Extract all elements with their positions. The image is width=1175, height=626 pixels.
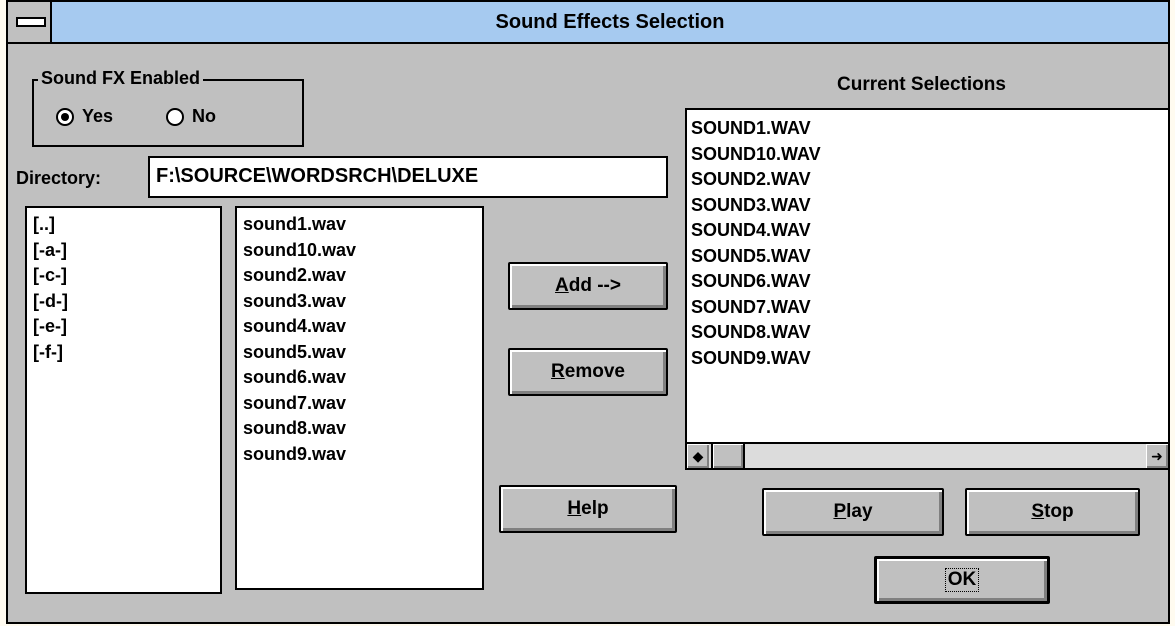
window-title: Sound Effects Selection xyxy=(495,11,725,33)
list-item[interactable]: SOUND2.WAV xyxy=(691,167,1164,193)
stop-label-rest: top xyxy=(1044,501,1074,522)
remove-mnemonic: R xyxy=(551,361,565,382)
system-menu-button[interactable] xyxy=(8,2,52,42)
list-item[interactable]: [-f-] xyxy=(33,340,214,366)
list-item[interactable]: SOUND6.WAV xyxy=(691,269,1164,295)
list-item[interactable]: sound3.wav xyxy=(243,289,476,315)
list-item[interactable]: sound9.wav xyxy=(243,442,476,468)
list-item[interactable]: SOUND7.WAV xyxy=(691,295,1164,321)
radio-yes-label: Yes xyxy=(82,106,114,126)
list-item[interactable]: sound2.wav xyxy=(243,263,476,289)
remove-button[interactable]: Remove xyxy=(508,348,668,396)
current-selections-label: Current Selections xyxy=(837,74,1006,95)
files-listbox[interactable]: sound1.wav sound10.wav sound2.wav sound3… xyxy=(235,206,484,590)
list-item[interactable]: sound6.wav xyxy=(243,365,476,391)
list-item[interactable]: SOUND8.WAV xyxy=(691,320,1164,346)
list-item[interactable]: [-d-] xyxy=(33,289,214,315)
list-item[interactable]: sound5.wav xyxy=(243,340,476,366)
list-item[interactable]: SOUND1.WAV xyxy=(691,116,1164,142)
add-button[interactable]: Add --> xyxy=(508,262,668,310)
list-item[interactable]: sound10.wav xyxy=(243,238,476,264)
stop-button[interactable]: Stop xyxy=(965,488,1140,536)
radio-yes-indicator[interactable] xyxy=(56,107,74,126)
dialog-window: Sound Effects Selection Sound FX Enabled… xyxy=(6,0,1170,624)
list-item[interactable]: [-e-] xyxy=(33,314,214,340)
directory-label: Directory: xyxy=(16,168,102,188)
list-item[interactable]: SOUND9.WAV xyxy=(691,346,1164,372)
list-item[interactable]: [-c-] xyxy=(33,263,214,289)
list-item[interactable]: [..] xyxy=(33,212,214,238)
help-mnemonic: H xyxy=(567,498,582,519)
system-menu-icon xyxy=(16,17,46,27)
list-item[interactable]: sound4.wav xyxy=(243,314,476,340)
list-item[interactable]: SOUND3.WAV xyxy=(691,193,1164,219)
title-bar[interactable]: Sound Effects Selection xyxy=(8,2,1168,44)
radio-no[interactable]: No xyxy=(166,106,216,127)
ok-button[interactable]: OK xyxy=(874,556,1050,604)
scroll-right-icon[interactable]: ➜ xyxy=(1146,444,1168,468)
horizontal-scrollbar[interactable]: ◆ ➜ xyxy=(687,442,1168,468)
radio-no-label: No xyxy=(192,106,216,126)
list-item[interactable]: [-a-] xyxy=(33,238,214,264)
list-item[interactable]: sound8.wav xyxy=(243,416,476,442)
ok-label: OK xyxy=(944,568,980,592)
drives-listbox[interactable]: [..] [-a-] [-c-] [-d-] [-e-] [-f-] xyxy=(25,206,222,594)
directory-field[interactable]: F:\SOURCE\WORDSRCH\DELUXE xyxy=(148,156,668,198)
play-button[interactable]: Play xyxy=(762,488,944,536)
stop-mnemonic: S xyxy=(1031,501,1045,522)
list-item[interactable]: SOUND5.WAV xyxy=(691,244,1164,270)
list-item[interactable]: sound1.wav xyxy=(243,212,476,238)
add-mnemonic: A xyxy=(555,275,569,296)
sound-fx-group-label: Sound FX Enabled xyxy=(38,68,204,88)
scroll-thumb[interactable] xyxy=(711,444,745,468)
play-mnemonic: P xyxy=(833,501,847,522)
play-label-rest: lay xyxy=(846,501,873,522)
current-selections-listbox[interactable]: SOUND1.WAV SOUND10.WAV SOUND2.WAV SOUND3… xyxy=(685,108,1170,470)
scroll-left-icon[interactable]: ◆ xyxy=(687,444,709,468)
add-label-rest: dd --> xyxy=(568,275,621,296)
remove-label-rest: emove xyxy=(564,361,625,382)
radio-no-indicator[interactable] xyxy=(166,107,184,126)
list-item[interactable]: sound7.wav xyxy=(243,391,476,417)
help-button[interactable]: Help xyxy=(499,485,677,533)
list-item[interactable]: SOUND10.WAV xyxy=(691,142,1164,168)
list-item[interactable]: SOUND4.WAV xyxy=(691,218,1164,244)
help-label-rest: elp xyxy=(581,498,609,519)
radio-yes[interactable]: Yes xyxy=(56,106,113,127)
